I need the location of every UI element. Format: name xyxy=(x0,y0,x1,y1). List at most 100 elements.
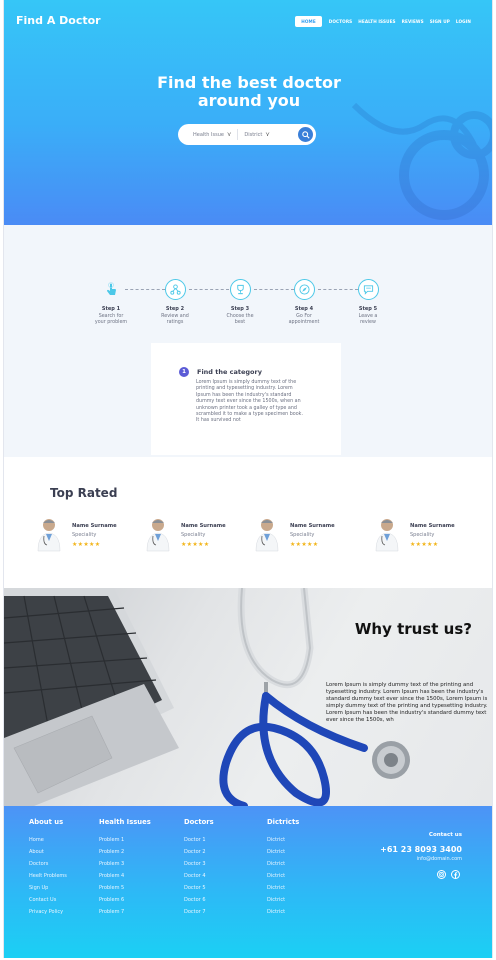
step-icon-wrap xyxy=(101,279,122,300)
footer-link[interactable]: Doctor 6 xyxy=(184,894,214,906)
brand-logo[interactable]: Find A Doctor xyxy=(16,14,101,27)
footer-link[interactable]: Dictrict xyxy=(267,834,299,846)
doctor-card[interactable]: Name Surname Speciality ★★★★★ xyxy=(36,517,146,557)
footer-link[interactable]: Doctor 4 xyxy=(184,870,214,882)
footer-link[interactable]: Dictrict xyxy=(267,846,299,858)
footer-link[interactable]: Doctor 3 xyxy=(184,858,214,870)
step-3: Step 3 Choose the best xyxy=(212,279,268,326)
footer-col-about: About us Home About Doctors Heelt Proble… xyxy=(29,818,67,918)
footer-heading: Dictricts xyxy=(267,818,300,826)
doctor-card[interactable]: Name Surname Speciality ★★★★★ xyxy=(145,517,255,557)
footer-link[interactable]: About xyxy=(29,846,67,858)
footer-heading: Health Issues xyxy=(99,818,151,826)
doctor-speciality: Speciality xyxy=(410,532,435,538)
step-2: Step 2 Review and ratings xyxy=(147,279,203,326)
footer-link[interactable]: Problem 4 xyxy=(99,870,151,882)
doctor-card[interactable]: Name Surname Speciality ★★★★★ xyxy=(254,517,364,557)
doctor-name: Name Surname xyxy=(290,523,335,529)
footer-col-doctors: Doctors Doctor 1 Doctor 2 Doctor 3 Docto… xyxy=(184,818,214,918)
footer-link[interactable]: Doctor 2 xyxy=(184,846,214,858)
footer-link[interactable]: Dictrict xyxy=(267,894,299,906)
social-links xyxy=(437,870,460,879)
hero-section: Find A Doctor HOME DOCTORS HEALTH ISSUES… xyxy=(4,0,492,225)
step-desc: Leave a review xyxy=(358,314,378,325)
chat-icon xyxy=(363,285,373,295)
rating-stars: ★★★★★ xyxy=(410,541,439,548)
step-title: Step 2 xyxy=(165,306,185,312)
nav-sign-up[interactable]: SIGN UP xyxy=(427,16,453,27)
doctor-card[interactable]: Name Surname Speciality ★★★★★ xyxy=(374,517,484,557)
step-5: Step 5 Leave a review xyxy=(340,279,396,326)
main-nav: HOME DOCTORS HEALTH ISSUES REVIEWS SIGN … xyxy=(295,16,474,27)
district-label: District xyxy=(244,131,263,138)
footer-link[interactable]: Dictrict xyxy=(267,882,299,894)
footer-link[interactable]: Problem 3 xyxy=(99,858,151,870)
footer-link[interactable]: Problem 6 xyxy=(99,894,151,906)
nav-home[interactable]: HOME xyxy=(295,16,322,27)
nav-reviews[interactable]: REVIEWS xyxy=(399,16,427,27)
footer-link[interactable]: Problem 7 xyxy=(99,906,151,918)
category-title: Find the category xyxy=(197,368,262,376)
footer-link[interactable]: Problem 1 xyxy=(99,834,151,846)
pointer-icon xyxy=(107,281,116,295)
footer-link[interactable]: Dictrict xyxy=(267,858,299,870)
contact-title: Contact us xyxy=(428,832,462,838)
step-desc: Review and ratings xyxy=(161,314,189,325)
step-title: Step 5 xyxy=(358,306,378,312)
steps-section: Step 1 Search for your problem Step 2 Rev… xyxy=(4,225,492,457)
footer-heading: Doctors xyxy=(184,818,214,826)
footer-link[interactable]: Problem 2 xyxy=(99,846,151,858)
footer-heading: About us xyxy=(29,818,64,826)
instagram-icon[interactable] xyxy=(437,870,446,879)
trust-section: Why trust us? Lorem Ipsum is simply dumm… xyxy=(4,588,492,806)
health-issue-select[interactable]: Health Issue ⋎ xyxy=(193,131,231,138)
facebook-icon[interactable] xyxy=(451,870,460,879)
doctor-avatar xyxy=(37,519,61,552)
hero-title: Find the best doctor around you xyxy=(4,73,492,110)
footer-link[interactable]: Dictrict xyxy=(267,906,299,918)
footer-link[interactable]: Home xyxy=(29,834,67,846)
footer-link[interactable]: Contact Us xyxy=(29,894,67,906)
rating-stars: ★★★★★ xyxy=(72,541,101,548)
footer-link[interactable]: Problem 5 xyxy=(99,882,151,894)
search-bar: Health Issue ⋎ District ⋎ xyxy=(178,124,316,145)
step-desc: Go For appointment xyxy=(288,314,320,325)
footer-link[interactable]: Sign Up xyxy=(29,882,67,894)
footer-link[interactable]: Privacy Policy xyxy=(29,906,67,918)
search-button[interactable] xyxy=(298,127,313,142)
footer-col-districts: Dictricts Dictrict Dictrict Dictrict Dic… xyxy=(267,818,299,918)
footer-link[interactable]: Heelt Problems xyxy=(29,870,67,882)
footer-link[interactable]: Doctor 5 xyxy=(184,882,214,894)
step-icon-wrap xyxy=(293,279,315,300)
footer-link[interactable]: Doctors xyxy=(29,858,67,870)
rating-stars: ★★★★★ xyxy=(290,541,319,548)
doctor-name: Name Surname xyxy=(410,523,455,529)
page: Find A Doctor HOME DOCTORS HEALTH ISSUES… xyxy=(3,0,493,958)
top-rated-section: Top Rated Name Surname Speciality ★★★★★ … xyxy=(4,457,492,587)
doctor-name: Name Surname xyxy=(181,523,226,529)
health-issue-label: Health Issue xyxy=(193,131,224,138)
step-title: Step 1 xyxy=(101,306,121,312)
search-icon xyxy=(301,130,310,139)
district-select[interactable]: District ⋎ xyxy=(244,131,269,138)
nav-health-issues[interactable]: HEALTH ISSUES xyxy=(355,16,398,27)
step-desc: Search for your problem xyxy=(94,314,128,325)
trust-text: Lorem Ipsum is simply dummy text of the … xyxy=(326,682,488,723)
footer-link[interactable]: Doctor 1 xyxy=(184,834,214,846)
step-icon-wrap xyxy=(164,279,186,300)
nav-doctors[interactable]: DOCTORS xyxy=(326,16,355,27)
hero-title-line1: Find the best doctor xyxy=(157,73,341,92)
contact-email[interactable]: info@domain.com xyxy=(380,856,462,862)
step-icon-wrap xyxy=(357,279,379,300)
footer-link[interactable]: Dictrict xyxy=(267,870,299,882)
category-number: 1 xyxy=(179,367,189,377)
nav-login[interactable]: LOGIN xyxy=(453,16,474,27)
hero-title-line2: around you xyxy=(197,91,301,110)
search-divider xyxy=(237,129,239,140)
footer-link[interactable]: Doctor 7 xyxy=(184,906,214,918)
footer: About us Home About Doctors Heelt Proble… xyxy=(4,806,492,958)
doctor-speciality: Speciality xyxy=(72,532,97,538)
category-card: 1 Find the category Lorem Ipsum is simpl… xyxy=(151,343,341,455)
trust-title: Why trust us? xyxy=(354,620,472,638)
contact-phone[interactable]: +61 23 8093 3400 xyxy=(380,845,462,854)
